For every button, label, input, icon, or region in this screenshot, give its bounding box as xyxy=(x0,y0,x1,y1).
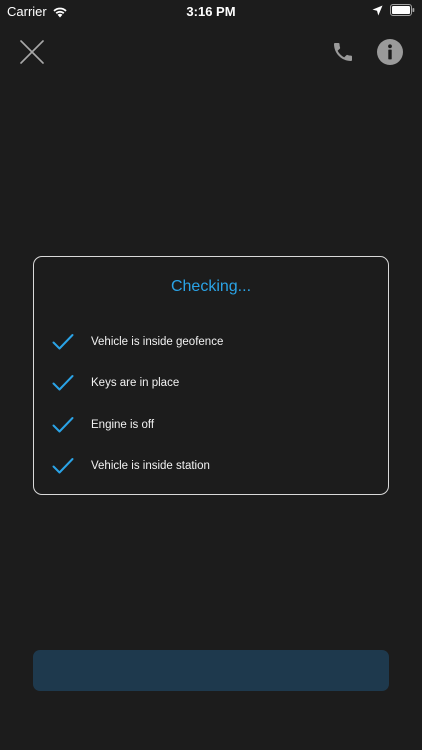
info-icon xyxy=(377,39,403,65)
check-item-label: Keys are in place xyxy=(91,377,180,389)
action-button[interactable] xyxy=(33,650,389,691)
check-item-label: Engine is off xyxy=(91,419,155,431)
check-item-engine: Engine is off xyxy=(52,413,154,437)
checking-title: Checking... xyxy=(170,278,252,295)
battery-icon xyxy=(390,4,415,16)
phone-icon xyxy=(334,43,352,61)
close-button[interactable] xyxy=(20,40,44,64)
check-item-station: Vehicle is inside station xyxy=(52,454,210,478)
checkmark-icon xyxy=(52,417,74,433)
checkmark-icon xyxy=(52,334,74,350)
checkmark-icon xyxy=(52,458,74,474)
checkmark-icon xyxy=(52,375,74,391)
check-item-geofence: Vehicle is inside geofence xyxy=(52,330,223,354)
location-arrow-icon xyxy=(372,5,383,15)
status-bar: Carrier 3:16 PM xyxy=(0,0,422,22)
check-item-keys: Keys are in place xyxy=(52,371,179,395)
check-item-label: Vehicle is inside station xyxy=(91,460,210,472)
status-right xyxy=(372,4,415,16)
info-button[interactable] xyxy=(377,39,403,65)
phone-button[interactable] xyxy=(331,40,355,64)
check-item-label: Vehicle is inside geofence xyxy=(91,336,224,348)
close-icon xyxy=(20,40,44,64)
checklist-card: Checking... Vehicle is inside geofence K… xyxy=(33,256,389,495)
status-time: 3:16 PM xyxy=(186,4,236,19)
